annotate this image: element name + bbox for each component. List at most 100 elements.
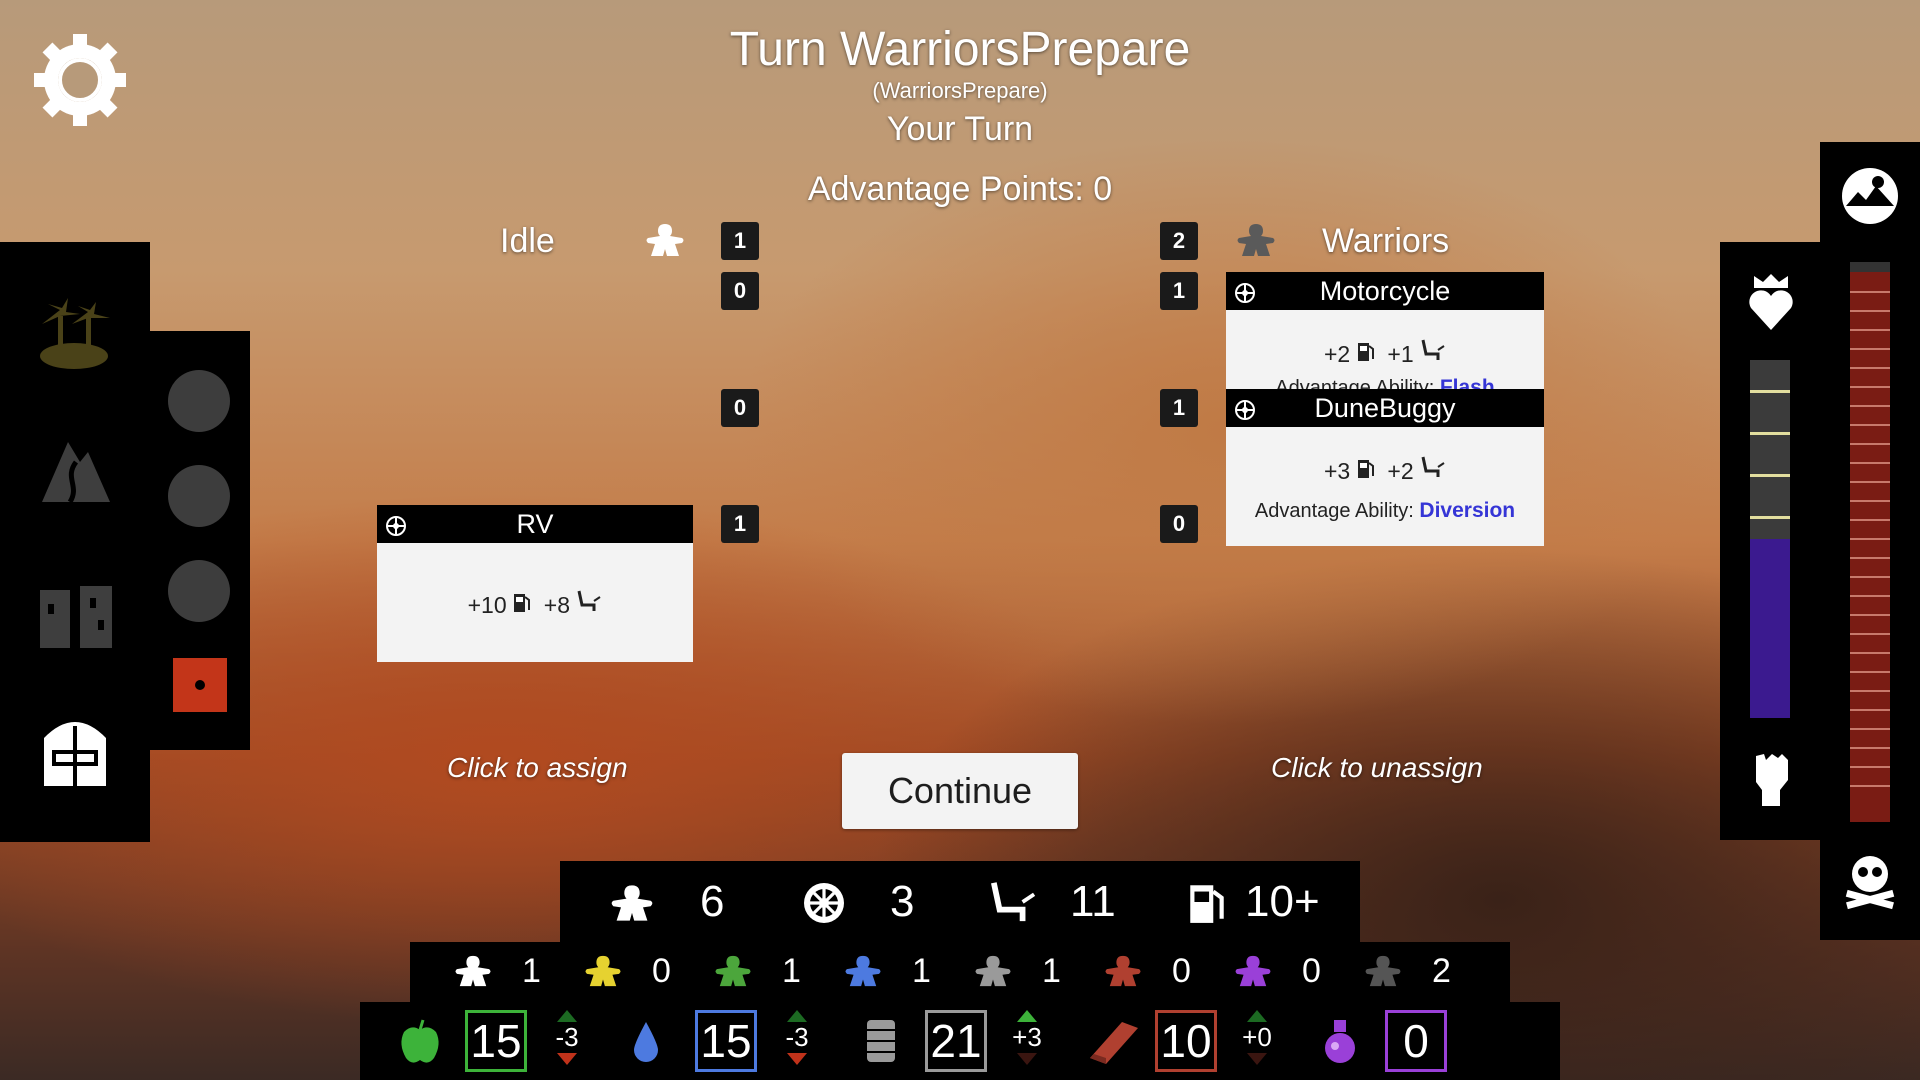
moon-icon xyxy=(1840,166,1900,231)
threat-tick xyxy=(1850,576,1890,578)
threat-tick xyxy=(1850,348,1890,350)
fuel-barrel-icon xyxy=(865,1018,897,1069)
night-moon-icon xyxy=(168,560,230,622)
advantage-label: Advantage Ability: xyxy=(1254,500,1414,522)
threat-tick xyxy=(1850,310,1890,312)
warriors-row-count: 1 xyxy=(1160,389,1198,427)
dunebuggy-card[interactable]: DuneBuggy +3 +2 Advantage Ability: Diver… xyxy=(1226,389,1544,546)
night-moon-icon xyxy=(168,465,230,527)
crowned-heart-icon xyxy=(1748,272,1794,337)
medicine-value: 0 xyxy=(1385,1010,1447,1072)
current-marker-icon xyxy=(173,658,227,712)
threat-tick xyxy=(1850,424,1890,426)
threat-tick xyxy=(1850,728,1890,730)
threat-tick xyxy=(1850,785,1890,787)
threat-tick xyxy=(1850,671,1890,673)
threat-tick xyxy=(1850,538,1890,540)
oasis-icon[interactable] xyxy=(38,294,114,375)
water-delta: -3 xyxy=(772,1010,822,1065)
apple-icon xyxy=(396,1018,444,1071)
fuel-delta-text: +3 xyxy=(1012,1022,1042,1052)
faction-count: 0 xyxy=(652,952,671,990)
wheel-icon xyxy=(1234,280,1256,311)
fuel-pump-icon xyxy=(1357,458,1375,484)
turn-subtitle: (WarriorsPrepare) xyxy=(872,78,1048,103)
food-delta-text: -3 xyxy=(555,1022,579,1052)
faction-count: 0 xyxy=(1302,952,1321,990)
threat-tick xyxy=(1850,519,1890,521)
threat-tick xyxy=(1850,557,1890,559)
idle-row-count: 0 xyxy=(721,389,759,427)
ruins-icon[interactable] xyxy=(38,584,114,655)
threat-tick xyxy=(1850,462,1890,464)
night-moon-icon xyxy=(168,370,230,432)
vehicle-name: Motorcycle xyxy=(1319,275,1451,306)
faction-count: 1 xyxy=(1042,952,1061,990)
assign-hint: Click to assign xyxy=(447,752,628,783)
raised-fist-icon xyxy=(1748,750,1794,813)
threat-tick xyxy=(1850,766,1890,768)
faction-meeple-icon xyxy=(1364,954,1402,993)
advantage-ability[interactable]: Diversion xyxy=(1419,499,1515,522)
fuel-value: +2 xyxy=(1323,341,1351,367)
warriors-count: 2 xyxy=(1160,222,1198,260)
threat-tick xyxy=(1850,709,1890,711)
garage-icon[interactable] xyxy=(42,712,108,793)
settings-gear-icon[interactable] xyxy=(30,30,130,130)
vehicle-name: RV xyxy=(516,508,554,539)
warriors-row-count: 0 xyxy=(1160,505,1198,543)
faction-count: 1 xyxy=(782,952,801,990)
seats-value: +1 xyxy=(1387,341,1414,367)
threat-tick xyxy=(1850,367,1890,369)
morale-sidebar xyxy=(1720,242,1820,840)
wheel-icon xyxy=(385,513,407,544)
turn-status: Your Turn xyxy=(886,110,1034,148)
fuel-count: 10+ xyxy=(1245,877,1320,926)
faction-meeple-icon xyxy=(1234,954,1272,993)
motorcycle-card[interactable]: Motorcycle +2 +1 Advantage Ability: Flas… xyxy=(1226,272,1544,389)
seat-icon xyxy=(988,879,1038,930)
advantage-ability[interactable]: Flash xyxy=(1440,376,1495,389)
seat-icon xyxy=(1420,339,1446,367)
threat-tick xyxy=(1850,329,1890,331)
water-delta-text: -3 xyxy=(785,1022,809,1052)
wheel-icon xyxy=(802,881,846,930)
potion-icon xyxy=(1320,1018,1360,1069)
faction-count: 2 xyxy=(1432,952,1451,990)
advantage-label: Advantage Ability: xyxy=(1275,377,1435,389)
mountain-road-icon[interactable] xyxy=(40,432,112,509)
faction-meeple-icon xyxy=(974,954,1012,993)
faction-meeple-icon xyxy=(1104,954,1142,993)
warriors-row-count: 1 xyxy=(1160,272,1198,310)
unassign-hint: Click to unassign xyxy=(1271,752,1483,783)
faction-count: 1 xyxy=(912,952,931,990)
threat-tick xyxy=(1850,747,1890,749)
people-count: 6 xyxy=(700,877,725,926)
threat-tick xyxy=(1850,443,1890,445)
faction-count: 1 xyxy=(522,952,541,990)
fuel-value: 21 xyxy=(925,1010,987,1072)
rv-card[interactable]: RV +10 +8 xyxy=(377,505,693,662)
threat-sidebar xyxy=(1820,142,1920,940)
wheel-icon xyxy=(1234,397,1256,428)
fuel-value: +10 xyxy=(467,592,507,618)
advantage-points: Advantage Points: 0 xyxy=(807,170,1113,208)
seats-value: +8 xyxy=(543,592,571,618)
threat-tick xyxy=(1850,405,1890,407)
seats-value: +2 xyxy=(1387,458,1414,484)
threat-tick xyxy=(1850,652,1890,654)
idle-row-count: 0 xyxy=(721,272,759,310)
faction-meeple-icon xyxy=(844,954,882,993)
threat-tick xyxy=(1850,386,1890,388)
fuel-pump-icon xyxy=(513,592,531,618)
faction-meeple-icon xyxy=(714,954,752,993)
water-drop-icon xyxy=(632,1020,660,1069)
continue-button[interactable]: Continue xyxy=(842,753,1078,829)
idle-count: 1 xyxy=(721,222,759,260)
threat-tick xyxy=(1850,595,1890,597)
faction-meeple-icon xyxy=(454,954,492,993)
fuel-delta: +3 xyxy=(1002,1010,1052,1065)
beam-icon xyxy=(1088,1018,1140,1069)
turn-title: Turn WarriorsPrepare xyxy=(729,23,1191,76)
warriors-column-label: Warriors xyxy=(1322,222,1450,260)
